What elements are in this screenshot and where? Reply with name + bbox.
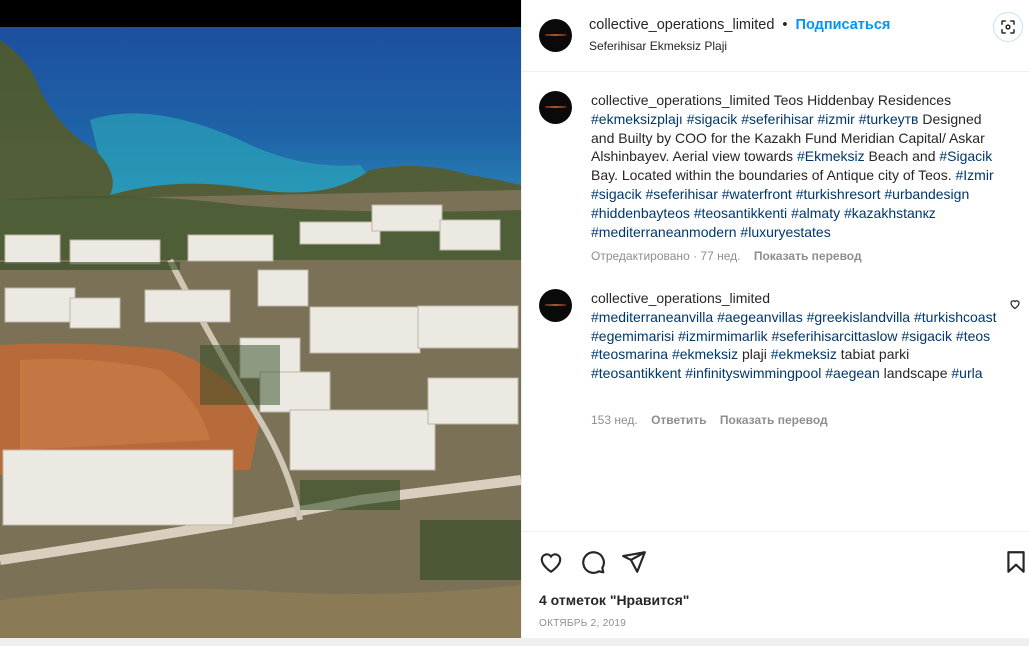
heart-icon[interactable]: [1009, 298, 1021, 310]
header-username[interactable]: collective_operations_limited: [589, 17, 774, 33]
comment-bubble-icon[interactable]: [580, 549, 606, 575]
caption-username[interactable]: collective_operations_limited: [591, 92, 770, 108]
hashtag-link[interactable]: #turkeyтв: [859, 111, 919, 127]
post-details-panel: collective_operations_limited • Подписат…: [521, 0, 1029, 638]
qr-scan-icon[interactable]: [993, 12, 1023, 42]
post-date: ОКТЯБРЬ 2, 2019: [539, 618, 627, 629]
caption-timestamp: Отредактировано · 77 нед.: [591, 249, 741, 263]
hashtag-link[interactable]: #mediterraneanmodern: [591, 224, 737, 240]
text-segment: plaji: [738, 346, 771, 363]
text-segment: tabiat parki: [836, 346, 910, 363]
caption-content: Teos Hiddenbay Residences #ekmeksizplajı…: [591, 92, 994, 240]
hashtag-link[interactable]: #egemimarisi: [591, 328, 674, 344]
hashtag-link[interactable]: #izmir: [817, 111, 854, 127]
caption-meta: Отредактировано · 77 нед. Показать перев…: [591, 249, 862, 263]
location-link[interactable]: Seferihisar Ekmeksiz Plaji: [589, 39, 727, 53]
reply-button[interactable]: Ответить: [651, 413, 706, 427]
comment-meta: 153 нед. Ответить Показать перевод: [591, 413, 828, 427]
post-actions: 4 отметок "Нравится" ОКТЯБРЬ 2, 2019: [522, 531, 1029, 638]
hashtag-link[interactable]: #Ekmeksiz: [797, 148, 865, 164]
avatar[interactable]: [539, 91, 572, 124]
comment-username[interactable]: collective_operations_limited: [591, 290, 770, 306]
hashtag-link[interactable]: #Sigacik: [939, 148, 992, 164]
post-image[interactable]: [0, 0, 521, 638]
avatar[interactable]: [539, 19, 572, 52]
translate-button[interactable]: Показать перевод: [754, 249, 862, 263]
hashtag-link[interactable]: #infinityswimmingpool: [685, 365, 821, 381]
hashtag-link[interactable]: #teos: [956, 328, 990, 344]
header-user-line: collective_operations_limited • Подписат…: [589, 17, 890, 33]
hashtag-link[interactable]: #greekislandvilla: [807, 309, 911, 325]
text-segment: Beach and: [864, 148, 940, 165]
text-segment: Bay. Located within the boundaries of An…: [591, 167, 956, 184]
hashtag-link[interactable]: #sigacik: [901, 328, 952, 344]
hashtag-link[interactable]: #Izmir: [956, 167, 994, 183]
follow-button[interactable]: Подписаться: [796, 17, 891, 33]
avatar[interactable]: [539, 289, 572, 322]
hashtag-link[interactable]: #teosantikkent: [591, 365, 681, 381]
paper-plane-icon[interactable]: [621, 549, 647, 575]
heart-icon[interactable]: [538, 549, 564, 575]
hashtag-link[interactable]: #seferihisarcittaslow: [771, 328, 897, 344]
comment-timestamp: 153 нед.: [591, 413, 638, 427]
hashtag-link[interactable]: #ekmeksizplajı: [591, 111, 683, 127]
aerial-photo: [0, 0, 521, 638]
translate-button[interactable]: Показать перевод: [720, 413, 828, 427]
hashtag-link[interactable]: #teosmarina: [591, 346, 668, 362]
hashtag-link[interactable]: #kazakhstanкz: [844, 205, 936, 221]
hashtag-link[interactable]: #seferihisar: [645, 186, 717, 202]
hashtag-link[interactable]: #urla: [951, 365, 982, 381]
comments-list: collective_operations_limited Teos Hidde…: [522, 73, 1029, 531]
hashtag-link[interactable]: #aegean: [825, 365, 880, 381]
hashtag-link[interactable]: #waterfront: [722, 186, 792, 202]
hashtag-link[interactable]: #turkishcoast: [914, 309, 996, 325]
hashtag-link[interactable]: #ekmeksiz: [672, 346, 738, 362]
hashtag-link[interactable]: #turkishresort: [796, 186, 881, 202]
comment-content: #mediterraneanvilla #aegeanvillas #greek…: [591, 309, 996, 381]
text-segment: landscape: [879, 365, 952, 382]
hashtag-link[interactable]: #luxuryestates: [740, 224, 830, 240]
hashtag-link[interactable]: #ekmeksiz: [771, 346, 837, 362]
comment-text: collective_operations_limited #mediterra…: [591, 289, 1003, 383]
separator-dot: •: [782, 17, 788, 33]
hashtag-link[interactable]: #urbandesign: [884, 186, 969, 202]
caption-text: collective_operations_limited Teos Hidde…: [591, 91, 1003, 241]
hashtag-link[interactable]: #sigacik: [591, 186, 642, 202]
hashtag-link[interactable]: #sigacik: [687, 111, 738, 127]
hashtag-link[interactable]: #izmirmimarlik: [678, 328, 767, 344]
hashtag-link[interactable]: #aegeanvillas: [717, 309, 803, 325]
likes-count[interactable]: 4 отметок "Нравится": [539, 592, 689, 608]
hashtag-link[interactable]: #hiddenbayteos: [591, 205, 690, 221]
hashtag-link[interactable]: #seferihisar: [741, 111, 813, 127]
hashtag-link[interactable]: #almaty: [791, 205, 840, 221]
hashtag-link[interactable]: #mediterraneanvilla: [591, 309, 713, 325]
text-segment: Teos Hiddenbay Residences: [773, 92, 952, 108]
hashtag-link[interactable]: #teosantikkenti: [694, 205, 787, 221]
bookmark-icon[interactable]: [1003, 549, 1029, 575]
post-header: collective_operations_limited • Подписат…: [522, 0, 1029, 72]
